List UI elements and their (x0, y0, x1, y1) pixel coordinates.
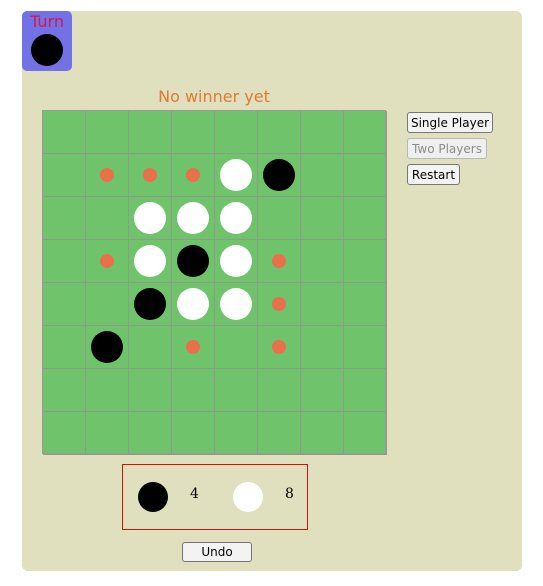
board-cell[interactable] (344, 412, 387, 455)
white-score: 8 (285, 486, 294, 502)
board-cell[interactable] (86, 412, 129, 455)
board-cell[interactable] (258, 197, 301, 240)
board-cell[interactable] (344, 369, 387, 412)
board-cell[interactable] (301, 369, 344, 412)
board-cell[interactable] (129, 111, 172, 154)
board-cell[interactable] (43, 111, 86, 154)
board-cell[interactable] (172, 111, 215, 154)
valid-move-marker[interactable] (186, 168, 200, 182)
valid-move-marker[interactable] (272, 340, 286, 354)
two-players-button[interactable]: Two Players (407, 138, 487, 159)
valid-move-marker[interactable] (100, 254, 114, 268)
black-disc (263, 159, 295, 191)
board-cell[interactable] (172, 412, 215, 455)
turn-disc-black (31, 34, 63, 66)
score-board: 4 8 (122, 464, 308, 530)
white-disc (177, 202, 209, 234)
board-cell[interactable] (215, 326, 258, 369)
white-disc (177, 288, 209, 320)
board-cell[interactable] (301, 240, 344, 283)
board-cell[interactable] (344, 154, 387, 197)
white-disc (134, 245, 166, 277)
valid-move-marker[interactable] (186, 340, 200, 354)
white-disc (220, 159, 252, 191)
white-score-disc (233, 482, 263, 512)
restart-button[interactable]: Restart (407, 164, 460, 185)
board-cell[interactable] (301, 197, 344, 240)
black-disc (134, 288, 166, 320)
board-cell[interactable] (344, 283, 387, 326)
turn-indicator: Turn (22, 11, 72, 71)
board-cell[interactable] (215, 111, 258, 154)
undo-button[interactable]: Undo (182, 542, 252, 562)
board-cell[interactable] (301, 412, 344, 455)
board-cell[interactable] (86, 283, 129, 326)
board-cell[interactable] (215, 369, 258, 412)
board-cell[interactable] (43, 326, 86, 369)
board-cell[interactable] (86, 369, 129, 412)
white-disc (220, 202, 252, 234)
board-cell[interactable] (43, 197, 86, 240)
turn-label: Turn (30, 12, 64, 31)
board-cell[interactable] (129, 412, 172, 455)
board-cell[interactable] (43, 283, 86, 326)
board-cell[interactable] (344, 111, 387, 154)
board-cell[interactable] (344, 197, 387, 240)
board-cell[interactable] (344, 326, 387, 369)
white-disc (220, 245, 252, 277)
board-cell[interactable] (43, 154, 86, 197)
board-cell[interactable] (344, 240, 387, 283)
board-cell[interactable] (258, 111, 301, 154)
board-cell[interactable] (301, 154, 344, 197)
white-disc (134, 202, 166, 234)
board-cell[interactable] (129, 326, 172, 369)
board-cell[interactable] (43, 240, 86, 283)
single-player-button[interactable]: Single Player (407, 112, 493, 133)
board-cell[interactable] (301, 283, 344, 326)
board-cell[interactable] (43, 369, 86, 412)
board-cell[interactable] (172, 369, 215, 412)
valid-move-marker[interactable] (272, 297, 286, 311)
white-disc (220, 288, 252, 320)
game-board (42, 110, 387, 455)
black-score-disc (138, 482, 168, 512)
board-cell[interactable] (43, 412, 86, 455)
black-disc (91, 331, 123, 363)
board-cell[interactable] (301, 111, 344, 154)
board-cell[interactable] (258, 369, 301, 412)
board-cell[interactable] (129, 369, 172, 412)
board-cell[interactable] (215, 412, 258, 455)
valid-move-marker[interactable] (143, 168, 157, 182)
board-cell[interactable] (86, 197, 129, 240)
black-score: 4 (190, 486, 199, 502)
valid-move-marker[interactable] (100, 168, 114, 182)
board-cell[interactable] (86, 111, 129, 154)
board-cell[interactable] (301, 326, 344, 369)
game-status: No winner yet (158, 87, 270, 106)
black-disc (177, 245, 209, 277)
valid-move-marker[interactable] (272, 254, 286, 268)
board-cell[interactable] (258, 412, 301, 455)
